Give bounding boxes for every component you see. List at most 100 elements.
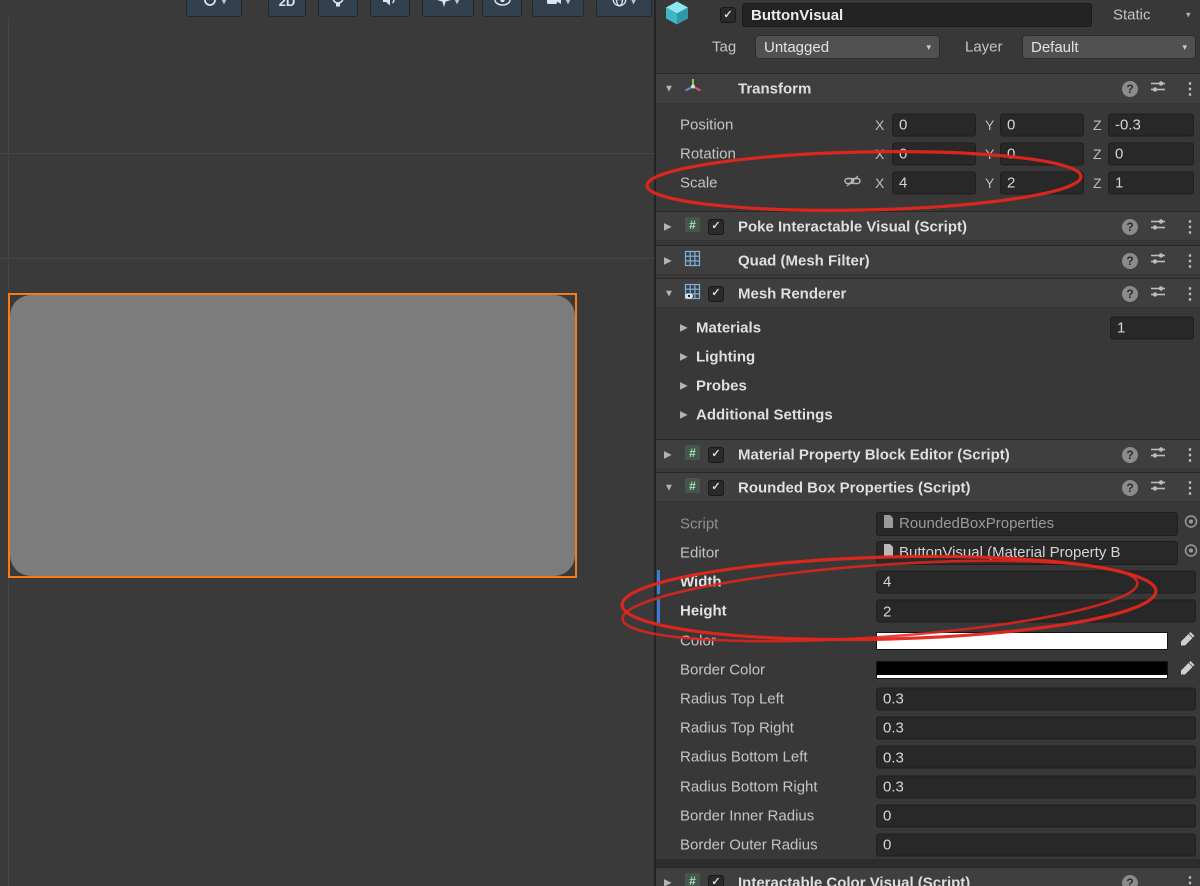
selected-object-quad[interactable] — [8, 293, 577, 578]
constrain-proportions-icon[interactable] — [844, 174, 861, 192]
effects-dropdown-button[interactable]: ▾ — [422, 0, 474, 17]
help-icon[interactable]: ? — [1122, 218, 1138, 235]
radius-top-right-field[interactable]: 0.3 — [876, 716, 1196, 739]
foldout-expanded-icon[interactable]: ▼ — [664, 84, 674, 95]
foldout-collapsed-icon[interactable]: ▶ — [664, 877, 672, 886]
foldout-collapsed-icon[interactable]: ▶ — [664, 221, 672, 232]
transform-component-header[interactable]: ▼ Transform ? ⋮ — [656, 73, 1200, 104]
object-picker-icon[interactable] — [1184, 543, 1198, 562]
width-field[interactable]: 4 — [876, 570, 1196, 593]
rotation-y-field[interactable]: 0 — [1000, 142, 1084, 165]
caret-down-icon: ▾ — [565, 0, 571, 6]
mesh-renderer-title: Mesh Renderer — [738, 285, 847, 302]
rotation-z-field[interactable]: 0 — [1108, 142, 1194, 165]
material-property-block-editor-header[interactable]: ▶ # ✓ Material Property Block Editor (Sc… — [656, 439, 1200, 469]
foldout-expanded-icon[interactable]: ▼ — [664, 288, 674, 299]
probes-label: Probes — [696, 377, 747, 394]
foldout-collapsed-icon[interactable]: ▶ — [680, 409, 688, 420]
kebab-menu-icon[interactable]: ⋮ — [1182, 217, 1198, 237]
presets-icon[interactable] — [1150, 80, 1166, 99]
lighting-foldout-row[interactable]: ▶ Lighting — [656, 342, 1200, 371]
foldout-collapsed-icon[interactable]: ▶ — [680, 380, 688, 391]
script-object-field[interactable]: RoundedBoxProperties — [876, 511, 1178, 536]
component-enabled-checkbox[interactable]: ✓ — [708, 218, 724, 235]
lighting-label: Lighting — [696, 348, 756, 365]
camera-dropdown-button[interactable]: ▾ — [532, 0, 584, 17]
gizmos-dropdown-button[interactable]: ▾ — [596, 0, 652, 17]
scale-x-field[interactable]: 4 — [892, 171, 976, 194]
mesh-renderer-header[interactable]: ▼ ✓ Mesh Renderer ? ⋮ — [656, 278, 1200, 308]
presets-icon[interactable] — [1150, 478, 1166, 497]
static-dropdown-caret-icon[interactable]: ▾ — [1186, 10, 1191, 21]
poke-interactable-visual-header[interactable]: ▶ # ✓ Poke Interactable Visual (Script) … — [656, 211, 1200, 241]
tag-dropdown[interactable]: Untagged ▾ — [755, 35, 940, 59]
view-orbit-button[interactable]: ▾ — [186, 0, 242, 17]
foldout-collapsed-icon[interactable]: ▶ — [664, 449, 672, 460]
scene-visibility-button[interactable] — [482, 0, 522, 17]
gameobject-enabled-checkbox[interactable]: ✓ — [720, 7, 736, 23]
additional-settings-label: Additional Settings — [696, 406, 833, 423]
component-enabled-checkbox[interactable]: ✓ — [708, 479, 724, 496]
eyedropper-icon[interactable] — [1180, 630, 1196, 651]
object-picker-icon[interactable] — [1184, 514, 1198, 533]
scene-view[interactable]: ▾ 2D ▾ ▾ ▾ — [0, 0, 654, 886]
globe-icon — [612, 0, 627, 10]
height-field[interactable]: 2 — [876, 599, 1196, 623]
rotation-x-field[interactable]: 0 — [892, 142, 976, 165]
rotation-x-value: 0 — [899, 145, 908, 163]
color-swatch[interactable] — [876, 631, 1168, 650]
foldout-collapsed-icon[interactable]: ▶ — [680, 351, 688, 362]
position-x-field[interactable]: 0 — [892, 113, 976, 136]
materials-foldout-row[interactable]: ▶ Materials 1 — [656, 313, 1200, 342]
scene-audio-button[interactable] — [370, 0, 410, 17]
presets-icon[interactable] — [1150, 251, 1166, 270]
border-outer-radius-field[interactable]: 0 — [876, 833, 1196, 856]
position-z-field[interactable]: -0.3 — [1108, 113, 1194, 136]
radius-bottom-right-label: Radius Bottom Right — [680, 778, 818, 795]
eyedropper-icon[interactable] — [1180, 659, 1196, 680]
additional-settings-foldout-row[interactable]: ▶ Additional Settings — [656, 400, 1200, 429]
component-enabled-checkbox[interactable]: ✓ — [708, 874, 724, 886]
presets-icon[interactable] — [1150, 217, 1166, 236]
kebab-menu-icon[interactable]: ⋮ — [1182, 478, 1198, 498]
2d-toggle-button[interactable]: 2D — [268, 0, 306, 17]
kebab-menu-icon[interactable]: ⋮ — [1182, 251, 1198, 271]
foldout-collapsed-icon[interactable]: ▶ — [680, 322, 688, 333]
border-color-swatch[interactable] — [876, 660, 1168, 679]
mesh-filter-header[interactable]: ▶ Quad (Mesh Filter) ? ⋮ — [656, 245, 1200, 275]
gameobject-name-input[interactable]: ButtonVisual — [742, 3, 1092, 27]
border-inner-radius-field[interactable]: 0 — [876, 804, 1196, 827]
help-icon[interactable]: ? — [1122, 479, 1138, 496]
kebab-menu-icon[interactable]: ⋮ — [1182, 284, 1198, 304]
width-value: 4 — [883, 573, 892, 591]
foldout-expanded-icon[interactable]: ▼ — [664, 482, 674, 493]
help-icon[interactable]: ? — [1122, 81, 1138, 97]
layer-dropdown[interactable]: Default ▾ — [1022, 35, 1196, 59]
interactable-color-visual-header[interactable]: ▶ # ✓ Interactable Color Visual (Script)… — [656, 867, 1200, 886]
presets-icon[interactable] — [1150, 284, 1166, 303]
radius-top-left-field[interactable]: 0.3 — [876, 687, 1196, 710]
kebab-menu-icon[interactable]: ⋮ — [1182, 873, 1198, 886]
kebab-menu-icon[interactable]: ⋮ — [1182, 79, 1198, 99]
help-icon[interactable]: ? — [1122, 252, 1138, 269]
foldout-collapsed-icon[interactable]: ▶ — [664, 255, 672, 266]
help-icon[interactable]: ? — [1122, 874, 1138, 886]
radius-bottom-left-field[interactable]: 0.3 — [876, 745, 1196, 769]
position-y-field[interactable]: 0 — [1000, 113, 1084, 136]
kebab-menu-icon[interactable]: ⋮ — [1182, 445, 1198, 465]
help-icon[interactable]: ? — [1122, 285, 1138, 302]
position-z-value: -0.3 — [1115, 116, 1141, 134]
radius-bottom-right-field[interactable]: 0.3 — [876, 775, 1196, 798]
editor-object-field[interactable]: ButtonVisual (Material Property B — [876, 540, 1178, 565]
probes-foldout-row[interactable]: ▶ Probes — [656, 371, 1200, 400]
component-enabled-checkbox[interactable]: ✓ — [708, 285, 724, 302]
help-icon[interactable]: ? — [1122, 446, 1138, 463]
scale-y-field[interactable]: 2 — [1000, 171, 1084, 194]
orbit-icon — [202, 0, 218, 11]
scene-lighting-button[interactable] — [318, 0, 358, 17]
scale-z-field[interactable]: 1 — [1108, 171, 1194, 194]
component-enabled-checkbox[interactable]: ✓ — [708, 446, 724, 463]
presets-icon[interactable] — [1150, 445, 1166, 464]
materials-count-field[interactable]: 1 — [1110, 316, 1194, 339]
rounded-box-properties-header[interactable]: ▼ # ✓ Rounded Box Properties (Script) ? … — [656, 472, 1200, 502]
